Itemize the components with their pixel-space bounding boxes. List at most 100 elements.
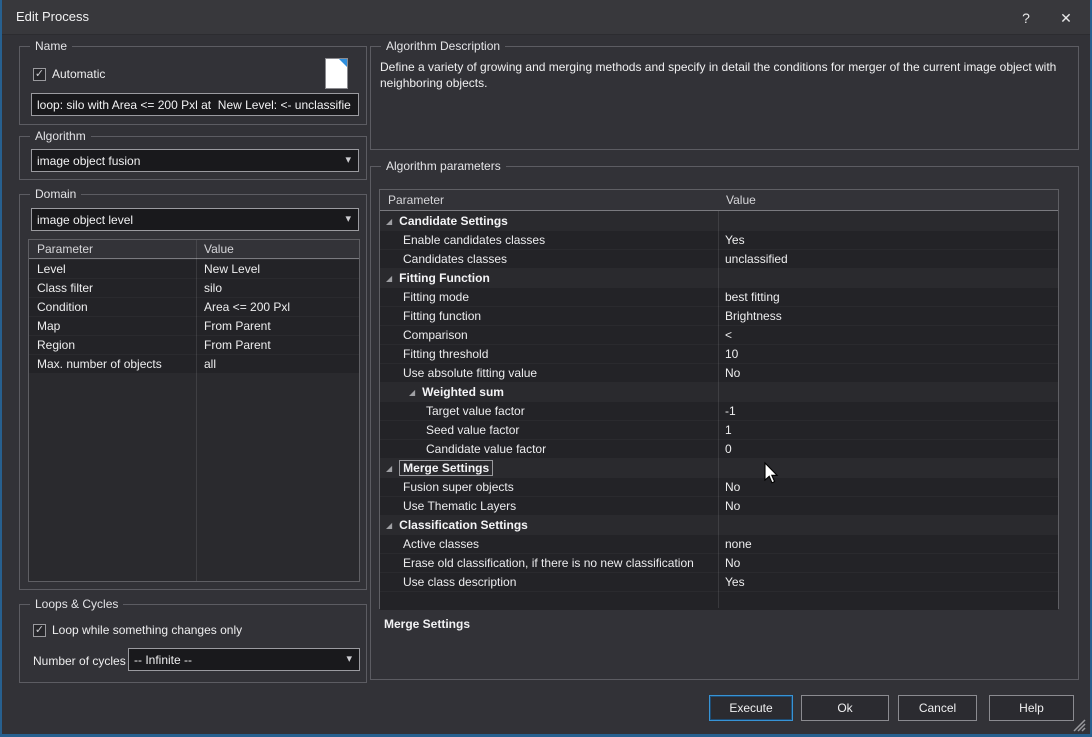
expander-icon[interactable]: ◢ bbox=[386, 217, 392, 226]
loops-group: Loops & Cycles ✓ Loop while something ch… bbox=[19, 604, 367, 683]
domain-table-row[interactable]: Max. number of objectsall bbox=[29, 354, 359, 373]
cancel-button[interactable]: Cancel bbox=[898, 695, 977, 721]
domain-table-row[interactable]: MapFrom Parent bbox=[29, 316, 359, 335]
parameters-table-rows: ◢ Candidate Settings Enable candidates cla… bbox=[380, 211, 1058, 610]
param-value: 10 bbox=[718, 345, 1058, 363]
automatic-checkbox[interactable]: ✓ bbox=[33, 68, 46, 81]
param-row[interactable] bbox=[380, 591, 1058, 610]
algorithm-parameters-label: Algorithm parameters bbox=[381, 159, 506, 173]
param-label: Target value factor bbox=[426, 404, 525, 418]
domain-table-row[interactable]: RegionFrom Parent bbox=[29, 335, 359, 354]
param-group-row[interactable]: ◢ Classification Settings bbox=[380, 515, 1058, 534]
algorithm-description-label: Algorithm Description bbox=[381, 39, 505, 53]
name-group-label: Name bbox=[30, 39, 72, 53]
param-label: Erase old classification, if there is no… bbox=[403, 556, 694, 570]
param-label: Use absolute fitting value bbox=[403, 366, 537, 380]
param-row[interactable]: Use class description Yes bbox=[380, 572, 1058, 591]
algorithm-selected-value: image object fusion bbox=[37, 154, 140, 168]
param-label: Candidate Settings bbox=[399, 214, 508, 228]
param-row[interactable]: Active classesnone bbox=[380, 534, 1058, 553]
domain-select[interactable]: image object level ▾ bbox=[31, 208, 359, 231]
param-row[interactable]: Comparison< bbox=[380, 325, 1058, 344]
param-label: Fitting threshold bbox=[403, 347, 488, 361]
help-icon[interactable]: ? bbox=[1012, 7, 1040, 29]
expander-icon[interactable]: ◢ bbox=[386, 274, 392, 283]
algorithm-select[interactable]: image object fusion ▾ bbox=[31, 149, 359, 172]
checkmark-icon: ✓ bbox=[35, 624, 44, 636]
expander-icon[interactable]: ◢ bbox=[409, 388, 415, 397]
ok-button[interactable]: Ok bbox=[801, 695, 889, 721]
param-row[interactable]: Erase old classification, if there is no… bbox=[380, 553, 1058, 572]
param-value: best fitting bbox=[718, 288, 1058, 306]
number-of-cycles-label: Number of cycles bbox=[33, 654, 126, 668]
param-row[interactable]: Use absolute fitting valueNo bbox=[380, 363, 1058, 382]
automatic-checkbox-row[interactable]: ✓ Automatic bbox=[33, 67, 105, 81]
algorithm-group-label: Algorithm bbox=[30, 129, 91, 143]
param-label: Seed value factor bbox=[426, 423, 519, 437]
param-label: Use class description bbox=[403, 575, 516, 589]
loop-checkbox[interactable]: ✓ bbox=[33, 624, 46, 637]
algorithm-parameters-group: Algorithm parameters Parameter Value ◢Ca… bbox=[370, 166, 1079, 680]
param-group-row[interactable]: ◢Fitting Function bbox=[380, 268, 1058, 287]
domain-col-value: Value bbox=[196, 240, 242, 258]
loops-group-label: Loops & Cycles bbox=[30, 597, 123, 611]
domain-table: Parameter Value LevelNew LevelClass filt… bbox=[28, 239, 360, 582]
param-value: Yes bbox=[718, 573, 1058, 591]
param-value: No bbox=[718, 478, 1058, 496]
param-row[interactable]: Fitting modebest fitting bbox=[380, 287, 1058, 306]
param-row[interactable]: Candidate value factor 0 bbox=[380, 439, 1058, 458]
chevron-down-icon: ▾ bbox=[346, 652, 352, 665]
param-column-divider bbox=[718, 211, 719, 608]
resize-grip[interactable] bbox=[1070, 716, 1086, 732]
param-row[interactable]: Candidates classesunclassified bbox=[380, 249, 1058, 268]
param-row[interactable]: Seed value factor 1 bbox=[380, 420, 1058, 439]
domain-table-row[interactable]: LevelNew Level bbox=[29, 259, 359, 278]
parameters-table-header: Parameter Value bbox=[380, 190, 1058, 211]
expander-icon[interactable]: ◢ bbox=[386, 521, 392, 530]
close-icon[interactable]: ✕ bbox=[1052, 7, 1080, 29]
param-value bbox=[718, 592, 1058, 610]
param-row[interactable]: Use Thematic LayersNo bbox=[380, 496, 1058, 515]
domain-table-row[interactable]: Class filtersilo bbox=[29, 278, 359, 297]
param-group-row[interactable]: ◢Weighted sum bbox=[380, 382, 1058, 401]
number-of-cycles-select[interactable]: -- Infinite -- ▾ bbox=[128, 648, 360, 671]
param-group-row[interactable]: ◢ Merge Settings bbox=[380, 458, 1058, 477]
help-button[interactable]: Help bbox=[989, 695, 1074, 721]
new-document-icon[interactable] bbox=[325, 58, 348, 89]
domain-selected-value: image object level bbox=[37, 213, 133, 227]
param-col-value: Value bbox=[718, 190, 764, 210]
param-label: Comparison bbox=[403, 328, 468, 342]
param-label: Fusion super objects bbox=[403, 480, 514, 494]
param-row[interactable]: Target value factor -1 bbox=[380, 401, 1058, 420]
param-col-parameter: Parameter bbox=[380, 190, 718, 210]
param-value: 1 bbox=[718, 421, 1058, 439]
param-label: Merge Settings bbox=[399, 460, 493, 476]
param-value: -1 bbox=[718, 402, 1058, 420]
param-row[interactable]: Fitting functionBrightness bbox=[380, 306, 1058, 325]
domain-table-header: Parameter Value bbox=[29, 240, 359, 259]
cycles-selected-value: -- Infinite -- bbox=[134, 653, 192, 667]
param-value bbox=[718, 383, 1058, 401]
param-row[interactable]: Enable candidates classesYes bbox=[380, 230, 1058, 249]
param-row[interactable]: Fitting threshold 10 bbox=[380, 344, 1058, 363]
param-label: Candidate value factor bbox=[426, 442, 546, 456]
loop-checkbox-row[interactable]: ✓ Loop while something changes only bbox=[33, 623, 242, 637]
param-value: Brightness bbox=[718, 307, 1058, 325]
name-group: Name ✓ Automatic bbox=[19, 46, 367, 125]
param-group-row[interactable]: ◢ Candidate Settings bbox=[380, 211, 1058, 230]
param-value: No bbox=[718, 497, 1058, 515]
param-label: Active classes bbox=[403, 537, 479, 551]
algorithm-group: Algorithm image object fusion ▾ bbox=[19, 136, 367, 180]
param-value: No bbox=[718, 554, 1058, 572]
param-label: Classification Settings bbox=[399, 518, 528, 532]
process-name-input[interactable] bbox=[31, 93, 359, 116]
titlebar[interactable]: Edit Process ? ✕ bbox=[0, 0, 1092, 35]
param-value: unclassified bbox=[718, 250, 1058, 268]
param-value: 0 bbox=[718, 440, 1058, 458]
param-value: Yes bbox=[718, 231, 1058, 249]
expander-icon[interactable]: ◢ bbox=[386, 464, 392, 473]
param-row[interactable]: Fusion super objects No bbox=[380, 477, 1058, 496]
domain-table-rows: LevelNew LevelClass filtersiloConditionA… bbox=[29, 259, 359, 373]
execute-button[interactable]: Execute bbox=[709, 695, 793, 721]
domain-table-row[interactable]: ConditionArea <= 200 Pxl bbox=[29, 297, 359, 316]
